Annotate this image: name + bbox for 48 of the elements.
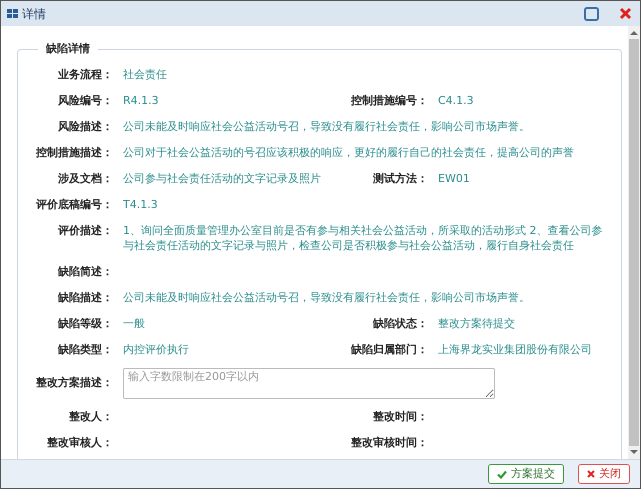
field-label: 风险描述： bbox=[57, 118, 114, 134]
field-value: T4.1.3 bbox=[123, 196, 159, 212]
field-label: 整改时间： bbox=[372, 408, 429, 424]
window-title: 详情 bbox=[22, 6, 46, 22]
submit-button[interactable]: 方案提交 bbox=[488, 464, 564, 484]
field-label: 缺陷归属部门： bbox=[350, 342, 429, 356]
field-label: 风险编号： bbox=[57, 92, 114, 108]
field-label: 整改人： bbox=[68, 408, 114, 424]
field-value: 公司对于社会公益活动的号召应该积极的响应，更好的履行自己的社会责任，提高公司的声誉 bbox=[123, 144, 575, 160]
field-label: 缺陷类型： bbox=[56, 342, 114, 356]
field-label: 评价描述： bbox=[56, 222, 114, 238]
field-label: 测试方法： bbox=[372, 170, 429, 186]
field-label: 缺陷等级： bbox=[56, 316, 114, 330]
field-label: 整改审核人： bbox=[46, 434, 114, 450]
field-value: 1、询问全面质量管理办公室目前是否有参与相关社会公益活动，所采取的活动形式 2、查看公司参与社会责任活动的文字记录与照片，检查公司是否积极参与社会公益活动，履行自身社会责任 bbox=[123, 222, 604, 252]
maximize-button[interactable] bbox=[584, 6, 599, 20]
close-icon[interactable] bbox=[619, 7, 632, 20]
field-value: 一般 bbox=[123, 316, 146, 330]
field-label: 整改审核时间： bbox=[350, 434, 429, 450]
field-value: 内控评价执行 bbox=[123, 342, 190, 356]
field-value: 公司参与社会责任活动的文字记录及照片 bbox=[123, 170, 322, 186]
field-value: 公司未能及时响应社会公益活动号召，导致没有履行社会责任，影响公司市场声誉。 bbox=[123, 118, 531, 134]
field-value: 公司未能及时响应社会公益活动号召，导致没有履行社会责任，影响公司市场声誉。 bbox=[123, 290, 531, 304]
down-arrow-icon[interactable] bbox=[630, 449, 638, 455]
field-value: 整改方案待提交 bbox=[438, 316, 516, 330]
field-label: 业务流程： bbox=[57, 66, 114, 82]
field-label: 整改方案描述： bbox=[35, 374, 114, 391]
close-button[interactable]: 关闭 bbox=[578, 464, 630, 484]
up-arrow-icon[interactable] bbox=[630, 30, 638, 36]
field-value: C4.1.3 bbox=[438, 92, 475, 108]
field-label: 评价底稿编号： bbox=[34, 196, 114, 212]
description-input[interactable]: 输入字数限制在200字以内 bbox=[123, 368, 495, 398]
field-label: 缺陷简述： bbox=[56, 264, 114, 278]
grid-icon bbox=[7, 9, 18, 18]
scrollbar[interactable] bbox=[628, 26, 640, 459]
field-label: 控制措施描述： bbox=[34, 144, 114, 160]
field-label: 涉及文档： bbox=[57, 170, 114, 186]
field-label: 缺陷状态： bbox=[372, 316, 429, 330]
field-value: 社会责任 bbox=[123, 66, 168, 82]
field-value: R4.1.3 bbox=[123, 92, 160, 108]
field-label: 缺陷描述： bbox=[56, 290, 114, 304]
scrollbar-thumb[interactable] bbox=[629, 39, 639, 446]
field-value: 上海界龙实业集团股份有限公司 bbox=[438, 342, 593, 356]
check-icon bbox=[497, 470, 507, 478]
x-icon bbox=[587, 470, 595, 478]
field-value: EW01 bbox=[438, 170, 471, 186]
section-title: 缺陷详情 bbox=[44, 41, 91, 57]
field-label: 控制措施编号： bbox=[350, 92, 429, 108]
